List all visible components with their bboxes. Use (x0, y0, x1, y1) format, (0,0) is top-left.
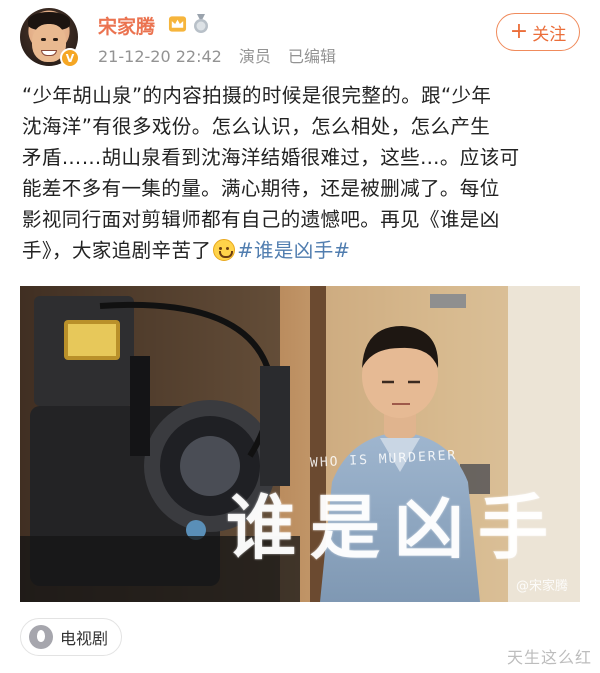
post-image[interactable]: WHO IS MURDERER 谁是凶手 @宋家腾 (20, 286, 580, 602)
plus-icon: + (509, 19, 529, 44)
post-timestamp: 21-12-20 22:42 (98, 47, 222, 66)
post-header: V 宋家腾 21-12-20 22:42 演员 已编辑 + 关注 (0, 0, 600, 78)
topic-tag-label: 电视剧 (60, 629, 109, 648)
verified-badge: V (60, 48, 80, 68)
flame-icon (29, 625, 53, 649)
avatar-eye (41, 38, 46, 41)
post-line: 矛盾……胡山泉看到沈海洋结婚很难过，这些…。应该可 (22, 146, 520, 169)
crown-icon[interactable] (168, 15, 187, 33)
post-meta: 21-12-20 22:42 演员 已编辑 (98, 43, 348, 67)
avatar-eye (53, 38, 58, 41)
photo-watermark: @宋家腾 (515, 579, 568, 594)
follow-label: 关注 (532, 24, 567, 45)
smile-emoji-icon (213, 239, 236, 261)
author-role: 演员 (238, 47, 271, 66)
hashtag-link[interactable]: #谁是凶手# (237, 239, 350, 262)
post-text: “少年胡山泉”的内容拍摄的时候是很完整的。跟“少年 沈海洋”有很多戏份。怎么认识… (22, 80, 582, 266)
post-line: 能差不多有一集的量。满心期待，还是被删减了。每位 (22, 177, 500, 200)
username[interactable]: 宋家腾 (98, 12, 155, 39)
medal-icon[interactable] (192, 14, 210, 34)
post-line-text: 手》，大家追剧辛苦了 (22, 239, 212, 262)
photo-overlay-title-cn: 谁是凶手 (226, 486, 562, 569)
post-line-last: 手》，大家追剧辛苦了 #谁是凶手# (22, 235, 582, 266)
edited-label[interactable]: 已编辑 (288, 47, 336, 66)
post-line: 沈海洋”有很多戏份。怎么认识，怎么相处，怎么产生 (22, 115, 491, 138)
post-line: 影视同行面对剪辑师都有自己的遗憾吧。再见《谁是凶 (22, 208, 500, 231)
follow-button[interactable]: + 关注 (496, 13, 580, 51)
topic-tag-button[interactable]: 电视剧 (20, 618, 122, 656)
site-watermark: 天生这么红 (506, 648, 592, 667)
post-line: “少年胡山泉”的内容拍摄的时候是很完整的。跟“少年 (22, 84, 492, 107)
